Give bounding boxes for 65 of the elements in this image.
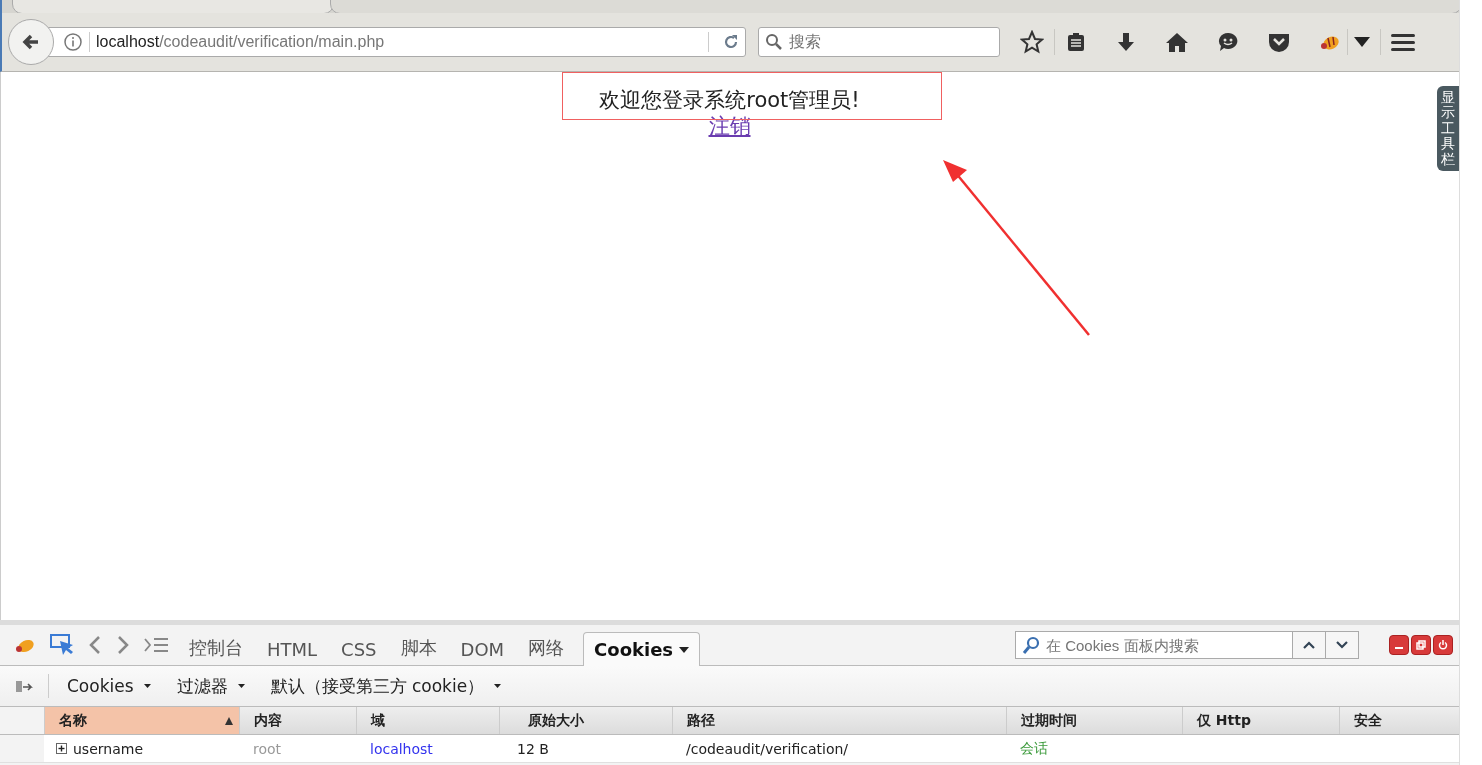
- panel-search-field[interactable]: 在 Cookies 面板内搜索: [1015, 631, 1293, 659]
- show-toolbar-tab[interactable]: 显示工具栏: [1437, 86, 1459, 171]
- column-header[interactable]: 过期时间: [1006, 707, 1182, 734]
- column-header[interactable]: 仅 Http: [1182, 707, 1339, 734]
- panel-tab[interactable]: HTML: [262, 632, 323, 666]
- cookie-path: /codeaudit/verification/: [686, 740, 849, 757]
- close-button[interactable]: [1433, 635, 1453, 655]
- minimize-button[interactable]: [1389, 635, 1409, 655]
- next-button[interactable]: [1325, 631, 1359, 659]
- search-field[interactable]: 搜索: [758, 27, 1000, 57]
- pocket-icon[interactable]: [1267, 31, 1291, 53]
- detach-button[interactable]: [1411, 635, 1431, 655]
- column-header[interactable]: 名称: [44, 707, 239, 734]
- back-icon[interactable]: [88, 635, 102, 655]
- cookie-name: username: [73, 740, 143, 757]
- chat-icon[interactable]: [1217, 31, 1239, 53]
- expand-icon[interactable]: [56, 743, 67, 754]
- search-icon: [765, 33, 783, 51]
- menu-button[interactable]: Cookies: [63, 674, 155, 698]
- panel-tab[interactable]: 控制台: [184, 629, 248, 666]
- home-icon[interactable]: [1165, 31, 1189, 53]
- menu-button[interactable]: 过滤器: [172, 672, 249, 700]
- cookie-domain: localhost: [370, 740, 433, 757]
- download-icon[interactable]: [1115, 31, 1137, 53]
- column-header[interactable]: 原始大小: [499, 707, 672, 734]
- menu-icon[interactable]: [1391, 32, 1415, 52]
- panel-tab[interactable]: Cookies: [583, 632, 701, 666]
- caret-icon[interactable]: [1354, 37, 1370, 47]
- search-input[interactable]: 搜索: [787, 32, 991, 52]
- previous-button[interactable]: [1292, 631, 1326, 659]
- url-text: localhost/codeaudit/verification/main.php: [96, 33, 385, 51]
- column-header[interactable]: 路径: [672, 707, 1006, 734]
- windows-icon: [1416, 640, 1426, 650]
- address-bar[interactable]: localhost/codeaudit/verification/main.php: [48, 27, 746, 57]
- cookie-tool-icon[interactable]: [14, 678, 34, 694]
- caret-icon: [143, 684, 151, 688]
- chevron-up-icon: [1303, 641, 1315, 649]
- info-icon[interactable]: [63, 32, 83, 52]
- forward-icon[interactable]: [116, 635, 130, 655]
- cookie-value: root: [253, 740, 282, 757]
- minimize-icon: [1395, 647, 1403, 649]
- welcome-message: 欢迎您登录系统root管理员!: [599, 87, 860, 114]
- sort-ascending-icon: [225, 716, 233, 725]
- panel-tab[interactable]: 网络: [523, 629, 570, 666]
- back-button[interactable]: [8, 19, 54, 65]
- column-header[interactable]: 内容: [239, 707, 356, 734]
- column-header[interactable]: 安全: [1339, 707, 1460, 734]
- star-icon[interactable]: [1020, 30, 1044, 54]
- panel-tab[interactable]: 脚本: [395, 629, 442, 666]
- search-icon: [1022, 636, 1040, 654]
- command-line-icon[interactable]: [144, 636, 170, 654]
- cookie-expiry: 会话: [1020, 739, 1048, 758]
- panel-search-input[interactable]: 在 Cookies 面板内搜索: [1044, 635, 1288, 655]
- panel-tab[interactable]: CSS: [336, 632, 382, 666]
- power-icon: [1438, 640, 1448, 650]
- caret-icon: [237, 684, 245, 688]
- header-gutter: [0, 707, 44, 734]
- caret-icon: [494, 684, 502, 688]
- cookie-size: 12 B: [517, 740, 549, 757]
- inspect-icon[interactable]: [50, 633, 74, 657]
- clipboard-icon[interactable]: [1065, 31, 1087, 53]
- chevron-down-icon: [1336, 641, 1348, 649]
- panel-tab[interactable]: DOM: [455, 632, 510, 666]
- column-header[interactable]: 域: [356, 707, 499, 734]
- menu-button[interactable]: 默认（接受第三方 cookie）: [266, 672, 506, 700]
